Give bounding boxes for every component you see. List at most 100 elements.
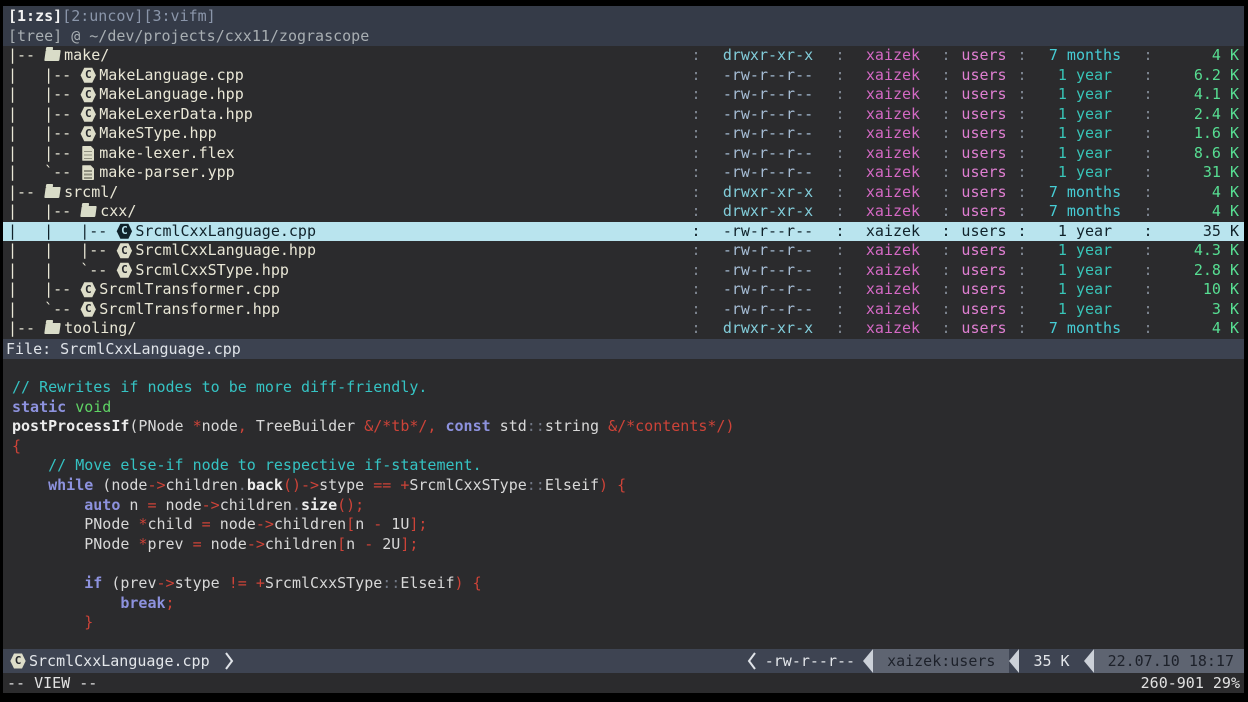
code-token bbox=[66, 398, 75, 416]
column-separator: : bbox=[939, 319, 953, 339]
file-row[interactable]: | `-- make-parser.ypp:-rw-r--r--:xaizek:… bbox=[3, 163, 1244, 183]
file-row[interactable]: | |-- CMakeSType.hpp:-rw-r--r--:xaizek:u… bbox=[3, 124, 1244, 144]
code-token: SrcmlCxxSType bbox=[409, 476, 526, 494]
file-row[interactable]: | | `-- CSrcmlCxxSType.hpp:-rw-r--r--:xa… bbox=[3, 261, 1244, 281]
owner: xaizek bbox=[847, 261, 939, 281]
modified-age: 7 months bbox=[1029, 183, 1141, 203]
code-token: -> bbox=[147, 476, 165, 494]
file-row[interactable]: | |-- CMakeLexerData.hpp:-rw-r--r--:xaiz… bbox=[3, 105, 1244, 125]
code-token: n bbox=[355, 515, 373, 533]
column-separator: : bbox=[939, 85, 953, 105]
column-separator: : bbox=[1015, 222, 1029, 242]
column-separator: : bbox=[833, 280, 847, 300]
code-line: if (prev->stype != +SrcmlCxxSType::Elsei… bbox=[12, 574, 1244, 594]
folder-icon bbox=[44, 187, 61, 198]
statusbar-size: 35 K bbox=[1019, 652, 1083, 670]
file-size: 4.3 K bbox=[1155, 241, 1239, 261]
file-row[interactable]: | | |-- CSrcmlCxxLanguage.cpp:-rw-r--r--… bbox=[3, 222, 1244, 242]
code-token bbox=[391, 476, 400, 494]
file-name-cell: |-- tooling/ bbox=[8, 319, 689, 339]
tree-branch: | |-- bbox=[8, 202, 80, 222]
file-row[interactable]: |-- make/:drwxr-xr-x:xaizek:users:7 mont… bbox=[3, 46, 1244, 66]
code-token: children bbox=[265, 535, 337, 553]
code-line bbox=[12, 359, 1244, 379]
file-row[interactable]: |-- srcml/:drwxr-xr-x:xaizek:users:7 mon… bbox=[3, 183, 1244, 203]
modified-age: 7 months bbox=[1029, 319, 1141, 339]
statusbar-permissions: -rw-r--r-- bbox=[763, 652, 863, 670]
column-separator: : bbox=[1141, 222, 1155, 242]
file-name: SrcmlCxxLanguage.cpp bbox=[135, 222, 316, 242]
file-name: MakeLanguage.hpp bbox=[99, 85, 244, 105]
file-row[interactable]: |-- tooling/:drwxr-xr-x:xaizek:users:7 m… bbox=[3, 319, 1244, 339]
column-separator: : bbox=[1141, 183, 1155, 203]
powerline-arrow-icon bbox=[863, 649, 873, 673]
file-row[interactable]: | |-- CMakeLanguage.cpp:-rw-r--r--:xaize… bbox=[3, 66, 1244, 86]
code-line: PNode *prev = node->children[n - 2U]; bbox=[12, 535, 1244, 555]
file-row[interactable]: | |-- make-lexer.flex:-rw-r--r--:xaizek:… bbox=[3, 144, 1244, 164]
column-separator: : bbox=[689, 163, 703, 183]
file-row[interactable]: | `-- CSrcmlTransformer.hpp:-rw-r--r--:x… bbox=[3, 300, 1244, 320]
column-separator: : bbox=[833, 300, 847, 320]
tree-branch: | | `-- bbox=[8, 261, 116, 281]
modified-age: 1 year bbox=[1029, 85, 1141, 105]
tmux-window-1[interactable]: [1:zs] bbox=[8, 7, 62, 25]
column-separator: : bbox=[689, 300, 703, 320]
folder-icon bbox=[44, 50, 61, 61]
code-token: { bbox=[473, 574, 482, 592]
vifm-status-bar: C SrcmlCxxLanguage.cpp -rw-r--r-- xaizek… bbox=[3, 649, 1244, 673]
modified-age: 1 year bbox=[1029, 261, 1141, 281]
column-separator: : bbox=[1141, 105, 1155, 125]
file-row[interactable]: | |-- CSrcmlTransformer.cpp:-rw-r--r--:x… bbox=[3, 280, 1244, 300]
column-separator: : bbox=[939, 241, 953, 261]
code-token: while bbox=[48, 476, 93, 494]
code-line: PNode *child = node->children[n - 1U]; bbox=[12, 515, 1244, 535]
code-token: node bbox=[211, 515, 256, 533]
file-name: make-lexer.flex bbox=[99, 144, 234, 164]
code-token: child bbox=[147, 515, 201, 533]
tmux-window-2[interactable]: [2:uncov] bbox=[62, 7, 143, 25]
file-name-cell: | |-- CSrcmlTransformer.cpp bbox=[8, 280, 689, 300]
owner: xaizek bbox=[847, 241, 939, 261]
file-name: MakeSType.hpp bbox=[99, 124, 216, 144]
code-line: } bbox=[12, 613, 1244, 633]
code-token: const bbox=[446, 417, 491, 435]
code-token: != bbox=[229, 574, 247, 592]
file-name-cell: | |-- CMakeLexerData.hpp bbox=[8, 105, 689, 125]
file-size: 4 K bbox=[1155, 183, 1239, 203]
code-token: -> bbox=[202, 496, 220, 514]
code-token: children bbox=[274, 515, 346, 533]
code-token: + bbox=[256, 574, 265, 592]
column-separator: : bbox=[1141, 202, 1155, 222]
modified-age: 7 months bbox=[1029, 202, 1141, 222]
file-name: SrcmlCxxLanguage.hpp bbox=[135, 241, 316, 261]
permissions: -rw-r--r-- bbox=[703, 241, 833, 261]
file-row[interactable]: | |-- CMakeLanguage.hpp:-rw-r--r--:xaize… bbox=[3, 85, 1244, 105]
file-name: cxx/ bbox=[100, 202, 136, 222]
code-token: children bbox=[220, 496, 292, 514]
chevron-left-icon bbox=[747, 649, 757, 673]
file-name-cell: | `-- make-parser.ypp bbox=[8, 163, 689, 183]
permissions: -rw-r--r-- bbox=[703, 261, 833, 281]
group: users bbox=[953, 222, 1015, 242]
owner: xaizek bbox=[847, 300, 939, 320]
file-row[interactable]: | | |-- CSrcmlCxxLanguage.hpp:-rw-r--r--… bbox=[3, 241, 1244, 261]
column-separator: : bbox=[1015, 183, 1029, 203]
powerline-arrow-icon bbox=[1009, 649, 1019, 673]
group: users bbox=[953, 85, 1015, 105]
code-token: string bbox=[545, 417, 608, 435]
code-token: [ bbox=[337, 535, 346, 553]
column-separator: : bbox=[939, 280, 953, 300]
column-separator: : bbox=[689, 124, 703, 144]
tmux-window-3[interactable]: [3:vifm] bbox=[143, 7, 215, 25]
file-row[interactable]: | |-- cxx/:drwxr-xr-x:xaizek:users:7 mon… bbox=[3, 202, 1244, 222]
column-separator: : bbox=[833, 261, 847, 281]
tree-branch: | |-- bbox=[8, 66, 80, 86]
file-name-cell: | |-- CMakeLanguage.hpp bbox=[8, 85, 689, 105]
column-separator: : bbox=[1015, 144, 1029, 164]
permissions: drwxr-xr-x bbox=[703, 46, 833, 66]
owner: xaizek bbox=[847, 222, 939, 242]
file-name: make-parser.ypp bbox=[99, 163, 234, 183]
group: users bbox=[953, 124, 1015, 144]
code-token: (); bbox=[337, 496, 364, 514]
code-token: TreeBuilder bbox=[247, 417, 364, 435]
